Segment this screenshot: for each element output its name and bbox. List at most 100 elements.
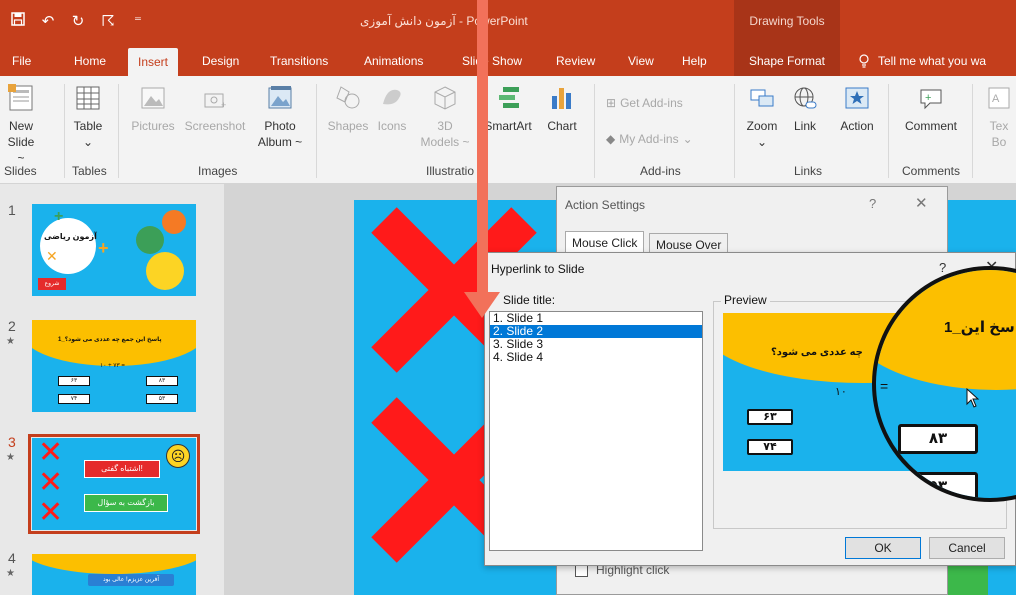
help-icon[interactable]: ? (939, 260, 946, 275)
ok-button[interactable]: OK (845, 537, 921, 559)
slide-number-4: 4 (8, 550, 16, 566)
photo-album-button[interactable]: Photo Album ~ (256, 84, 304, 150)
tell-me-box[interactable]: Tell me what you wa (858, 54, 986, 71)
tab-review[interactable]: Review (556, 54, 595, 68)
tab-help[interactable]: Help (682, 54, 707, 68)
customize-toolbar-icon[interactable]: ⁼ (130, 12, 146, 30)
table-icon (76, 86, 100, 110)
animation-star-icon: ★ (6, 568, 15, 579)
x-icon: ✕ (38, 438, 64, 469)
quick-access-toolbar: ↶ ↻ ☈ ⁼ (10, 12, 146, 30)
slide1-start-button: شروع (38, 278, 66, 290)
slide-thumbnails-pane: 1 آزمون ریاضی + + ✕ شروع 2 ★ 1_پاسخ این … (0, 184, 224, 595)
redo-icon[interactable]: ↻ (70, 12, 86, 30)
chevron-down-icon: ⌄ (682, 132, 693, 146)
tab-design[interactable]: Design (202, 54, 239, 68)
link-button[interactable]: Link (788, 84, 822, 134)
tab-shape-format[interactable]: Shape Format (734, 42, 840, 76)
lightbulb-icon (858, 54, 870, 71)
save-icon[interactable] (10, 12, 26, 30)
plus-icon: + (54, 208, 64, 225)
x-icon: ✕ (38, 466, 64, 499)
table-button[interactable]: Table ⌄ (70, 84, 106, 150)
svg-text:+: + (925, 92, 931, 104)
x-icon: ✕ (38, 496, 64, 529)
shapes-button[interactable]: Shapes (326, 84, 370, 134)
slide-thumbnail-3[interactable]: ✕ ✕ ✕ ☹ اشتباه گفتی! بازگشت به سؤال (28, 434, 200, 534)
undo-icon[interactable]: ↶ (40, 12, 56, 30)
document-title: آزمون دانش آموزی - PowerPoint (360, 14, 528, 28)
tab-home[interactable]: Home (74, 54, 106, 68)
title-bar: ↶ ↻ ☈ ⁼ آزمون دانش آموزی - PowerPoint Dr… (0, 0, 1016, 42)
action-button[interactable]: Action (834, 84, 880, 134)
get-addins-button[interactable]: ⊞ Get Add-ins (606, 96, 683, 110)
help-icon[interactable]: ? (869, 196, 876, 211)
slide-number-3: 3 (8, 434, 16, 450)
slide-thumbnail-4[interactable]: آفرین عزیزم! عالی بود (32, 554, 196, 595)
group-label-links: Links (794, 164, 823, 178)
tab-view[interactable]: View (628, 54, 654, 68)
tab-animations[interactable]: Animations (364, 54, 423, 68)
chart-icon (552, 88, 571, 109)
cube-icon (434, 86, 456, 110)
group-label-addins: Add-ins (640, 164, 681, 178)
my-addins-button[interactable]: ◆ My Add-ins ⌄ (606, 132, 693, 146)
shapes-icon (336, 86, 360, 109)
smartart-icon (499, 87, 519, 108)
close-icon[interactable]: ✕ (985, 257, 998, 277)
preview-label: Preview (721, 293, 770, 307)
sad-face-icon: ☹ (166, 444, 190, 468)
ribbon: New Slide ~ Slides Table ⌄ Tables Pictur… (0, 76, 1016, 184)
group-label-tables: Tables (72, 164, 107, 178)
pictures-button[interactable]: Pictures (130, 84, 176, 134)
svg-text:+: + (221, 100, 226, 110)
annotation-arrow-head (464, 292, 500, 318)
x-icon: ✕ (46, 248, 58, 264)
group-label-comments: Comments (902, 164, 961, 178)
slide-title-label: Slide title: (503, 293, 556, 307)
dialog-title: Action Settings (565, 198, 646, 212)
annotation-arrow (477, 0, 488, 296)
animation-star-icon: ★ (6, 452, 15, 463)
screenshot-button[interactable]: + Screenshot (180, 84, 250, 134)
close-icon[interactable]: ✕ (915, 194, 928, 212)
zoom-icon (750, 89, 774, 107)
dialog-title: Hyperlink to Slide (491, 262, 585, 276)
tab-transitions[interactable]: Transitions (270, 54, 328, 68)
tab-slideshow[interactable]: Slide Show (462, 54, 522, 68)
screenshot-icon: + (204, 93, 226, 110)
slide1-title-text: آزمون ریاضی (44, 232, 97, 241)
icons-icon (383, 89, 401, 105)
tab-insert[interactable]: Insert (128, 48, 179, 76)
zoom-button[interactable]: Zoom ⌄ (742, 84, 782, 150)
slide-thumbnail-1[interactable]: آزمون ریاضی + + ✕ شروع (32, 204, 196, 296)
group-label-illustrations: Illustratio (426, 164, 475, 178)
touch-mode-icon[interactable]: ☈ (100, 12, 116, 30)
comment-icon: + (920, 89, 942, 110)
tell-me-text: Tell me what you wa (878, 54, 987, 68)
animation-star-icon: ★ (6, 336, 15, 347)
textbox-button[interactable]: A Tex Bo (984, 84, 1014, 150)
photo-album-icon (268, 86, 292, 109)
comment-button[interactable]: + Comment (896, 84, 966, 134)
chevron-down-icon: ⌄ (756, 135, 768, 149)
new-slide-button[interactable]: New Slide ~ (4, 84, 38, 166)
icons-button[interactable]: Icons (372, 84, 412, 134)
preview-slide: چه عددی می شود؟ ۱۰ ۶۳ ۷۴ (723, 313, 991, 471)
new-slide-icon (8, 84, 33, 111)
slide-number-1: 1 (8, 202, 16, 218)
hyperlink-to-slide-dialog: Hyperlink to Slide ? ✕ Slide title: 1. S… (484, 252, 1016, 566)
slide-number-2: 2 (8, 318, 16, 334)
list-item-slide-4[interactable]: 4. Slide 4 (490, 351, 702, 364)
chart-button[interactable]: Chart (542, 84, 582, 134)
slide-thumbnail-2[interactable]: 1_پاسخ این جمع چه عددی می شود؟ ۱۰ + ۷۳ =… (32, 320, 196, 412)
3d-models-button[interactable]: 3D Models ~ (420, 84, 470, 150)
store-icon: ⊞ (606, 96, 617, 110)
star-action-icon (845, 87, 869, 109)
cancel-button[interactable]: Cancel (929, 537, 1005, 559)
tab-file[interactable]: File (12, 54, 31, 68)
puzzle-icon: ◆ (606, 132, 616, 146)
slide-title-list[interactable]: 1. Slide 1 2. Slide 2 3. Slide 3 4. Slid… (489, 311, 703, 551)
drawing-tools-label: Drawing Tools (734, 0, 840, 42)
plus-icon: + (98, 238, 109, 258)
